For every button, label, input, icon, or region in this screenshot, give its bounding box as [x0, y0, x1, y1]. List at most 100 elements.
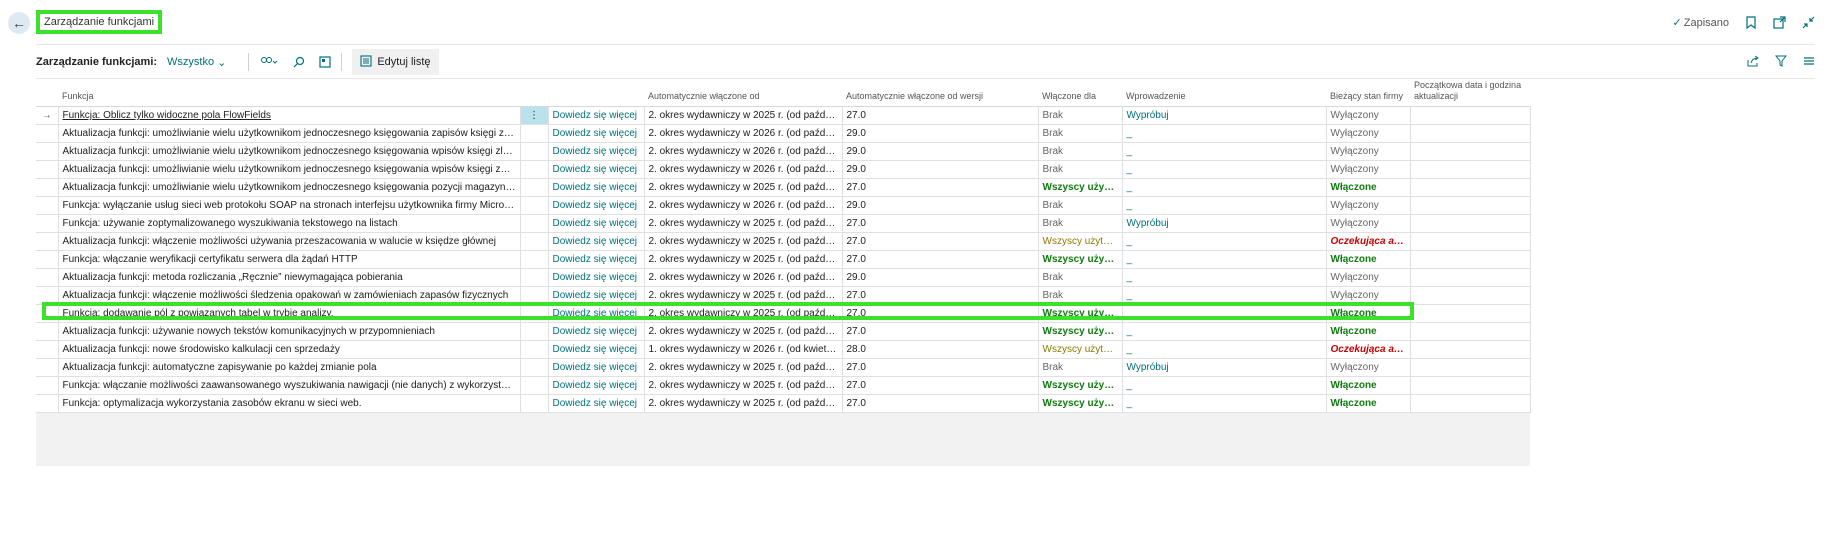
cell-auto-enabled-from: 2. okres wydawniczy w 2025 r. (od paździ… [644, 250, 843, 269]
header-start-datetime[interactable]: Początkowa data i godzina aktualizacji [1410, 80, 1530, 107]
learn-more-link[interactable]: Dowiedz się więcej [548, 142, 645, 161]
learn-more-link[interactable]: Dowiedz się więcej [548, 124, 645, 143]
learn-more-link[interactable]: Dowiedz się więcej [548, 268, 645, 287]
cell-enabled-for[interactable]: Brak [1038, 286, 1123, 305]
filter-icon[interactable] [1774, 55, 1788, 70]
header-auto-enabled-version[interactable]: Automatycznie włączone od wersji [842, 80, 1038, 107]
learn-more-link[interactable]: Dowiedz się więcej [548, 304, 645, 323]
cell-menu [520, 196, 549, 215]
cell-enabled-for[interactable]: Brak [1038, 196, 1123, 215]
cell-enabled-for[interactable]: Brak [1038, 358, 1123, 377]
header-enabled-for[interactable]: Włączone dla [1038, 80, 1122, 107]
table-row[interactable]: Aktualizacja funkcji: umożliwianie wielu… [36, 178, 1531, 197]
table-row[interactable]: Aktualizacja funkcji: umożliwianie wielu… [36, 160, 1531, 179]
cell-enabled-for[interactable]: Brak [1038, 106, 1123, 125]
header-data-update[interactable]: Wprowadzenie [1122, 80, 1326, 107]
layout-icon[interactable] [319, 56, 331, 68]
cell-enabled-for[interactable]: Brak [1038, 268, 1123, 287]
table-row[interactable]: Aktualizacja funkcji: umożliwianie wielu… [36, 124, 1531, 143]
cell-enabled-for[interactable]: Brak [1038, 214, 1123, 233]
header-arrow [36, 80, 58, 107]
header-status[interactable]: Bieżący stan firmy [1326, 80, 1410, 107]
share-icon[interactable] [1747, 55, 1759, 70]
cell-enabled-for[interactable]: Wszyscy użytk... [1038, 178, 1123, 197]
bookmark-icon[interactable] [1745, 16, 1757, 29]
cell-enabled-for[interactable]: Wszyscy użytk... [1038, 322, 1123, 341]
cell-enabled-for[interactable]: Wszyscy użytk... [1038, 304, 1123, 323]
edit-list-button[interactable]: Edytuj listę [352, 49, 439, 75]
table-row[interactable]: Aktualizacja funkcji: nowe środowisko ka… [36, 340, 1531, 359]
view-selector[interactable]: Wszystko ⌄ [167, 56, 226, 69]
cell-data-update[interactable]: Wypróbuj [1122, 214, 1327, 233]
table-row[interactable]: Funkcja: wyłączanie usług sieci web prot… [36, 196, 1531, 215]
cell-menu [520, 142, 549, 161]
row-indicator-icon [36, 214, 58, 233]
cell-auto-enabled-from: 2. okres wydawniczy w 2026 r. (od paździ… [644, 268, 843, 287]
header-learn-more[interactable] [548, 80, 644, 107]
learn-more-link[interactable]: Dowiedz się więcej [548, 232, 645, 251]
row-indicator-icon [36, 178, 58, 197]
cell-data-update[interactable]: _ [1122, 376, 1327, 395]
cell-enabled-for[interactable]: Wszyscy użytk... [1038, 376, 1123, 395]
learn-more-link[interactable]: Dowiedz się więcej [548, 376, 645, 395]
learn-more-link[interactable]: Dowiedz się więcej [548, 214, 645, 233]
table-row[interactable]: Aktualizacja funkcji: używanie nowych te… [36, 322, 1531, 341]
learn-more-link[interactable]: Dowiedz się więcej [548, 322, 645, 341]
cell-data-update[interactable]: _ [1122, 142, 1327, 161]
learn-more-link[interactable]: Dowiedz się więcej [548, 178, 645, 197]
table-row[interactable]: Aktualizacja funkcji: włączenie możliwoś… [36, 232, 1531, 251]
learn-more-link[interactable]: Dowiedz się więcej [548, 358, 645, 377]
learn-more-link[interactable]: Dowiedz się więcej [548, 340, 645, 359]
learn-more-link[interactable]: Dowiedz się więcej [548, 394, 645, 413]
cell-enabled-for[interactable]: Wszyscy użytk... [1038, 250, 1123, 269]
learn-more-link[interactable]: Dowiedz się więcej [548, 286, 645, 305]
cell-data-update[interactable]: _ [1122, 322, 1327, 341]
cell-data-update[interactable]: Wypróbuj [1122, 106, 1327, 125]
cell-enabled-for[interactable]: Wszyscy użytk... [1038, 394, 1123, 413]
table-row[interactable]: Aktualizacja funkcji: metoda rozliczania… [36, 268, 1531, 287]
cell-enabled-for[interactable]: Brak [1038, 142, 1123, 161]
table-row[interactable]: Funkcja: optymalizacja wykorzystania zas… [36, 394, 1531, 413]
header-auto-enabled-from[interactable]: Automatycznie włączone od [644, 80, 842, 107]
share-people-icon[interactable] [259, 56, 279, 68]
cell-data-update[interactable]: _ [1122, 268, 1327, 287]
table-row[interactable]: Funkcja: dodawanie pól z powiązanych tab… [36, 304, 1531, 323]
cell-data-update[interactable]: _ [1122, 232, 1327, 251]
learn-more-link[interactable]: Dowiedz się więcej [548, 196, 645, 215]
learn-more-link[interactable]: Dowiedz się więcej [548, 160, 645, 179]
cell-data-update[interactable]: _ [1122, 340, 1327, 359]
cell-data-update[interactable]: _ [1122, 394, 1327, 413]
cell-enabled-for[interactable]: Wszyscy użytkow... [1038, 340, 1123, 359]
cell-data-update[interactable]: _ [1122, 286, 1327, 305]
table-row[interactable]: → Funkcja: Oblicz tylko widoczne pola Flo… [36, 106, 1531, 125]
table-row[interactable]: Funkcja: używanie zoptymalizowanego wysz… [36, 214, 1531, 233]
learn-more-link[interactable]: Dowiedz się więcej [548, 250, 645, 269]
back-arrow-icon[interactable]: ← [8, 12, 30, 34]
cell-enabled-for[interactable]: Brak [1038, 160, 1123, 179]
cell-enabled-for[interactable]: Brak [1038, 124, 1123, 143]
cell-enabled-for[interactable]: Wszyscy użytkow... [1038, 232, 1123, 251]
table-row[interactable]: Aktualizacja funkcji: włączenie możliwoś… [36, 286, 1531, 305]
cell-menu [520, 232, 549, 251]
list-view-icon[interactable] [1803, 55, 1815, 70]
cell-function[interactable]: Funkcja: Oblicz tylko widoczne pola Flow… [57, 106, 521, 125]
cell-function: Aktualizacja funkcji: metoda rozliczania… [57, 268, 521, 287]
search-icon[interactable] [293, 56, 305, 68]
table-row[interactable]: Aktualizacja funkcji: automatyczne zapis… [36, 358, 1531, 377]
table-row[interactable]: Funkcja: włączanie możliwości zaawansowa… [36, 376, 1531, 395]
cell-data-update[interactable]: _ [1122, 160, 1327, 179]
header-function[interactable]: Funkcja [58, 80, 520, 107]
cell-data-update[interactable]: _ [1122, 196, 1327, 215]
more-options-icon[interactable]: ⋮ [520, 106, 549, 125]
cell-data-update[interactable]: _ [1122, 124, 1327, 143]
cell-auto-enabled-from: 2. okres wydawniczy w 2025 r. (od paździ… [644, 214, 843, 233]
open-new-window-icon[interactable] [1773, 16, 1786, 29]
cell-data-update[interactable]: _ [1122, 250, 1327, 269]
cell-data-update[interactable]: _ [1122, 304, 1327, 323]
table-row[interactable]: Funkcja: włączanie weryfikacji certyfika… [36, 250, 1531, 269]
cell-data-update[interactable]: Wypróbuj [1122, 358, 1327, 377]
table-row[interactable]: Aktualizacja funkcji: umożliwianie wielu… [36, 142, 1531, 161]
cell-data-update[interactable]: _ [1122, 178, 1327, 197]
learn-more-link[interactable]: Dowiedz się więcej [548, 106, 645, 125]
collapse-icon[interactable] [1802, 16, 1815, 29]
